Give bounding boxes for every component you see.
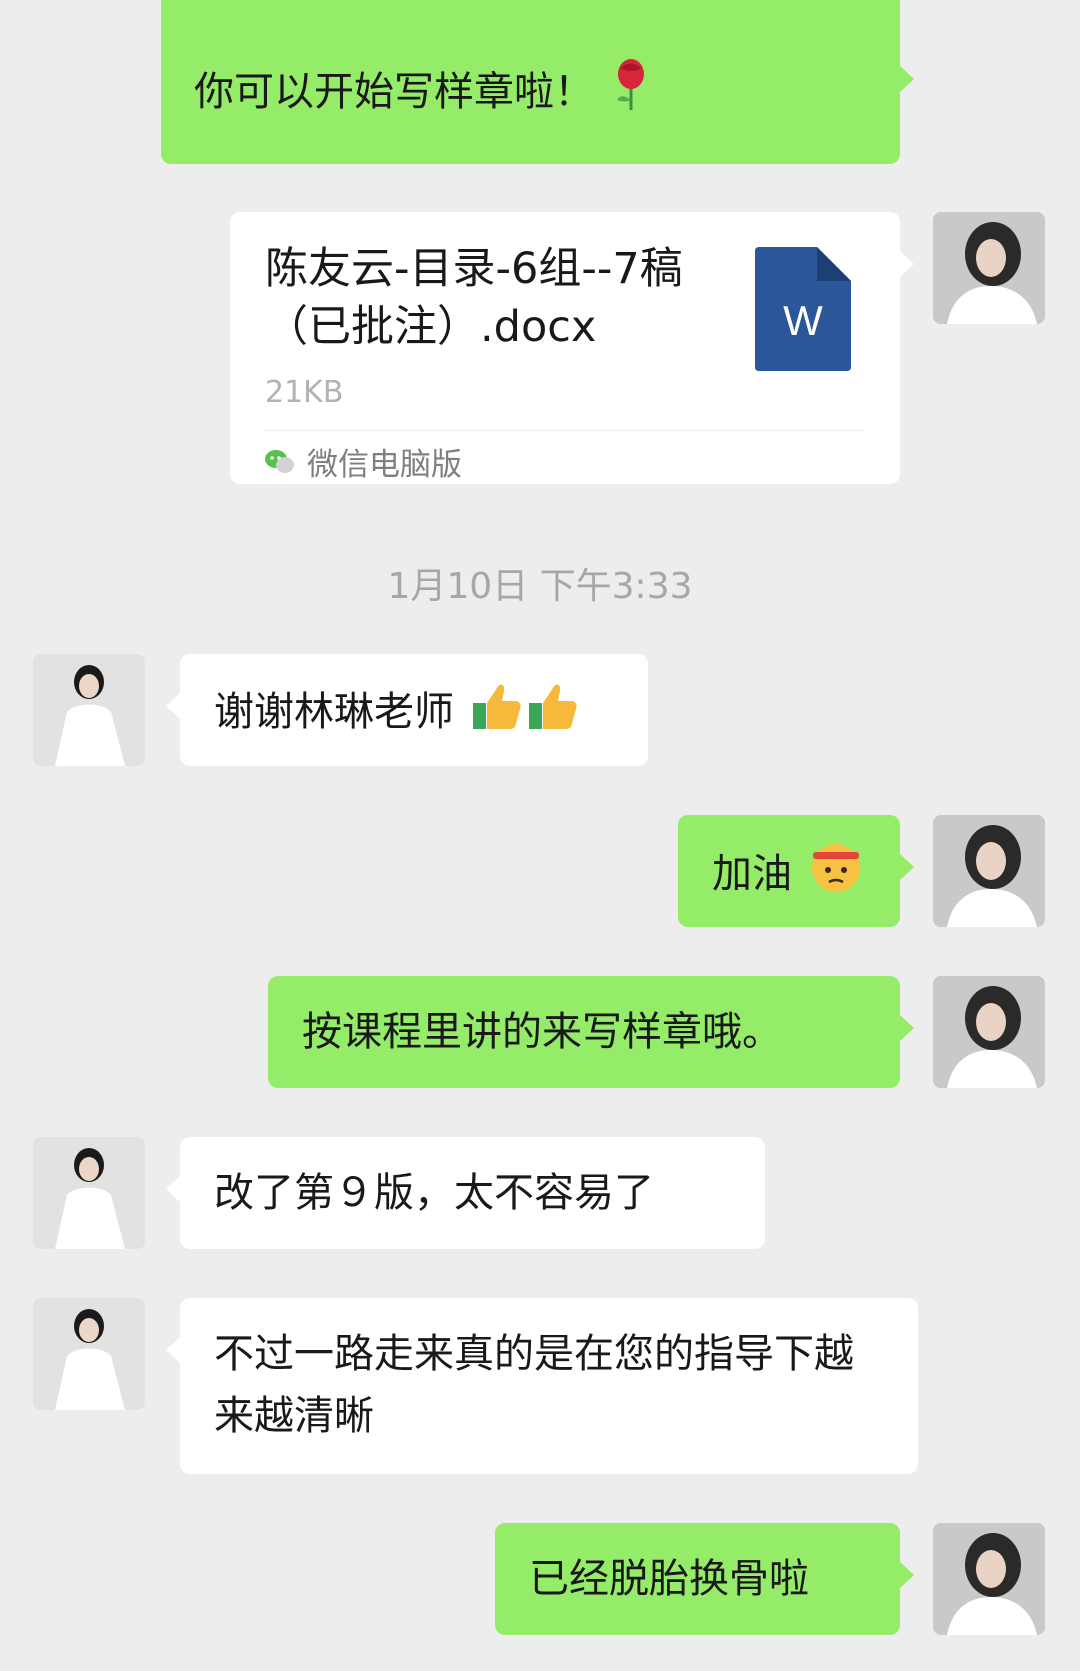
avatar[interactable]: [933, 815, 1045, 927]
word-file-icon: W: [755, 247, 851, 389]
fighting-emoji-icon: [809, 840, 863, 912]
received-message-bubble[interactable]: 谢谢林琳老师: [166, 654, 648, 766]
rose-emoji-icon: [611, 58, 651, 130]
message-text: 按课程里讲的来写样章哦。: [302, 1009, 782, 1055]
message-text: 改了第９版，太不容易了: [214, 1170, 654, 1216]
message-text: 已经脱胎换骨啦: [529, 1556, 809, 1602]
sent-message-bubble[interactable]: 已经脱胎换骨啦: [495, 1523, 914, 1635]
divider: [265, 430, 865, 431]
received-message-bubble[interactable]: 改了第９版，太不容易了: [166, 1137, 765, 1249]
file-message-card[interactable]: 陈友云-目录-6组--7稿 （已批注）.docx 21KB W 微信电脑版: [230, 212, 914, 484]
avatar[interactable]: [933, 1523, 1045, 1635]
avatar[interactable]: [933, 976, 1045, 1088]
message-text: 加油: [712, 851, 792, 897]
avatar[interactable]: [33, 1298, 145, 1410]
svg-text:W: W: [783, 297, 823, 344]
source-text: 微信电脑版: [307, 447, 462, 483]
received-message-bubble[interactable]: 不过一路走来真的是在您的指导下越来越清晰: [166, 1298, 918, 1474]
thumbs-up-icon: [471, 679, 523, 749]
thumbs-up-icon: [527, 679, 579, 749]
file-name: 陈友云-目录-6组--7稿 （已批注）.docx: [265, 244, 683, 352]
source-label: 微信电脑版: [265, 434, 462, 496]
avatar[interactable]: [933, 212, 1045, 324]
message-text: 谢谢林琳老师: [214, 689, 454, 735]
sent-message-bubble[interactable]: 加油: [678, 815, 914, 927]
sent-message-bubble[interactable]: 你可以开始写样章啦！: [161, 0, 914, 164]
avatar[interactable]: [33, 1137, 145, 1249]
avatar[interactable]: [33, 654, 145, 766]
message-text: 你可以开始写样章啦！: [194, 69, 594, 115]
wechat-icon: [265, 434, 295, 496]
file-size: 21KB: [265, 375, 344, 410]
timestamp: 1月10日 下午3:33: [387, 566, 693, 607]
sent-message-bubble[interactable]: 按课程里讲的来写样章哦。: [268, 976, 914, 1088]
message-text: 不过一路走来真的是在您的指导下越来越清晰: [214, 1331, 854, 1439]
